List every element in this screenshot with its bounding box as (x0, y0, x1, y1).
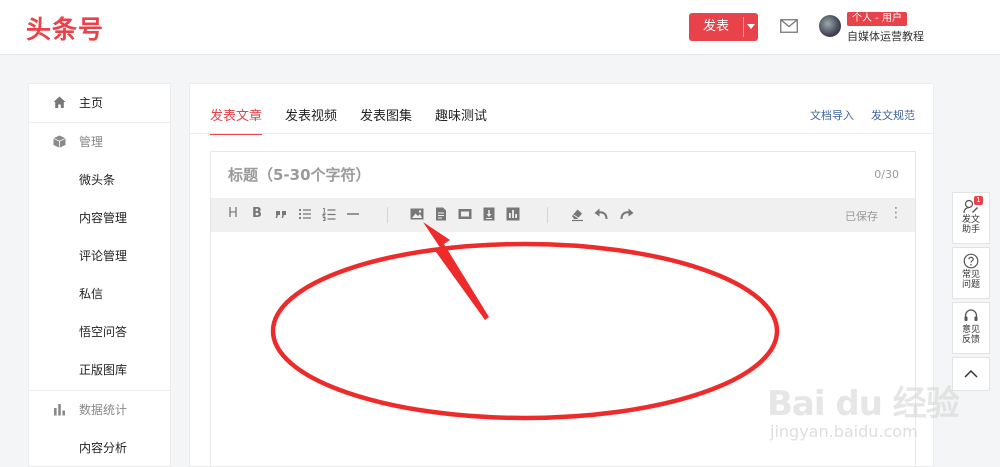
document-import-link[interactable]: 文档导入 (810, 107, 854, 123)
image-icon[interactable] (409, 206, 425, 222)
eraser-icon[interactable] (569, 206, 585, 222)
sidebar-item-label: 私信 (79, 287, 104, 301)
headset-icon (964, 309, 978, 321)
heading-icon[interactable]: H (225, 206, 241, 222)
sidebar-item-label: 微头条 (79, 173, 116, 187)
tab-publish-article[interactable]: 发表文章 (210, 105, 263, 135)
sidebar-item-home[interactable]: 主页 (29, 84, 170, 122)
divider-icon[interactable] (345, 206, 361, 222)
sidebar-item-label: 管理 (79, 135, 104, 149)
tab-publish-gallery[interactable]: 发表图集 (360, 105, 412, 135)
tab-publish-video[interactable]: 发表视频 (285, 105, 337, 135)
bullet-list-icon[interactable] (297, 206, 313, 222)
faq-button[interactable]: 常见问题 (952, 247, 990, 299)
editor-toolbar: H B 已保存 ⋮ (211, 198, 915, 232)
quote-icon[interactable] (273, 206, 289, 222)
floatbar-label: 意见反馈 (961, 325, 980, 345)
home-icon (53, 96, 66, 108)
publish-assistant-button[interactable]: 1 发文助手 (952, 192, 990, 244)
tab-underline (190, 133, 933, 134)
bold-icon[interactable]: B (249, 206, 265, 222)
sidebar-item-stock-images[interactable]: 正版图库 (29, 351, 170, 389)
toolbar-separator (387, 207, 388, 223)
sidebar-item-messages[interactable]: 私信 (29, 275, 170, 313)
sidebar-item-label: 评论管理 (79, 249, 128, 263)
top-header: 头条号 发表 个人 - 用户 自媒体运营教程 (0, 0, 1000, 55)
logo[interactable]: 头条号 (26, 10, 104, 46)
chart-icon[interactable] (505, 206, 521, 222)
sidebar-item-label: 悟空问答 (79, 325, 128, 339)
baidu-watermark: Bai du 经验 (767, 384, 960, 424)
feedback-button[interactable]: 意见反馈 (952, 302, 990, 354)
floatbar-label: 常见问题 (961, 270, 980, 290)
sidebar-item-wukong-qa[interactable]: 悟空问答 (29, 313, 170, 351)
redo-icon[interactable] (619, 206, 635, 222)
sidebar-item-weitoutiao[interactable]: 微头条 (29, 161, 170, 199)
question-icon (963, 253, 979, 269)
floatbar-label: 发文助手 (961, 215, 980, 235)
sidebar-item-label: 正版图库 (79, 363, 128, 377)
user-name[interactable]: 自媒体运营教程 (847, 28, 924, 44)
more-options-icon[interactable]: ⋮ (889, 205, 903, 221)
baidu-watermark-url: jingyan.baidu.com (770, 422, 918, 441)
sidebar-item-label: 主页 (79, 96, 104, 110)
sidebar-item-label: 内容分析 (79, 441, 128, 455)
chevron-down-icon[interactable] (747, 24, 755, 29)
numbered-list-icon[interactable] (321, 206, 337, 222)
document-icon[interactable] (433, 206, 449, 222)
box-icon (53, 135, 66, 148)
audio-icon[interactable] (481, 206, 497, 222)
sidebar-item-label: 内容管理 (79, 211, 128, 225)
sidebar-item-content-manage[interactable]: 内容管理 (29, 199, 170, 237)
tab-fun-quiz[interactable]: 趣味测试 (435, 105, 487, 135)
sidebar-item-content-analysis[interactable]: 内容分析 (29, 429, 170, 467)
chevron-up-icon (964, 369, 978, 378)
publish-label: 发表 (702, 19, 729, 34)
bar-chart-icon (54, 404, 65, 416)
sidebar-item-label: 数据统计 (79, 403, 128, 417)
undo-icon[interactable] (593, 206, 609, 222)
user-role-badge: 个人 - 用户 (847, 12, 907, 26)
publish-button[interactable]: 发表 (689, 13, 758, 41)
title-input[interactable] (211, 152, 915, 198)
mail-icon[interactable] (780, 19, 798, 33)
avatar[interactable] (819, 15, 841, 37)
sidebar-group-stats[interactable]: 数据统计 (29, 391, 170, 429)
toolbar-separator (547, 207, 548, 223)
save-status: 已保存 (845, 210, 878, 223)
video-icon[interactable] (457, 206, 473, 222)
sidebar-item-comment-manage[interactable]: 评论管理 (29, 237, 170, 275)
publish-separator (743, 17, 744, 37)
sidebar-group-manage[interactable]: 管理 (29, 123, 170, 161)
sidebar: 主页 管理 微头条 内容管理 评论管理 私信 悟空问答 正版图库 数据统计 内容… (28, 83, 171, 467)
title-char-counter: 0/30 (874, 168, 899, 181)
notification-badge: 1 (974, 196, 983, 205)
publish-rules-link[interactable]: 发文规范 (871, 107, 915, 123)
